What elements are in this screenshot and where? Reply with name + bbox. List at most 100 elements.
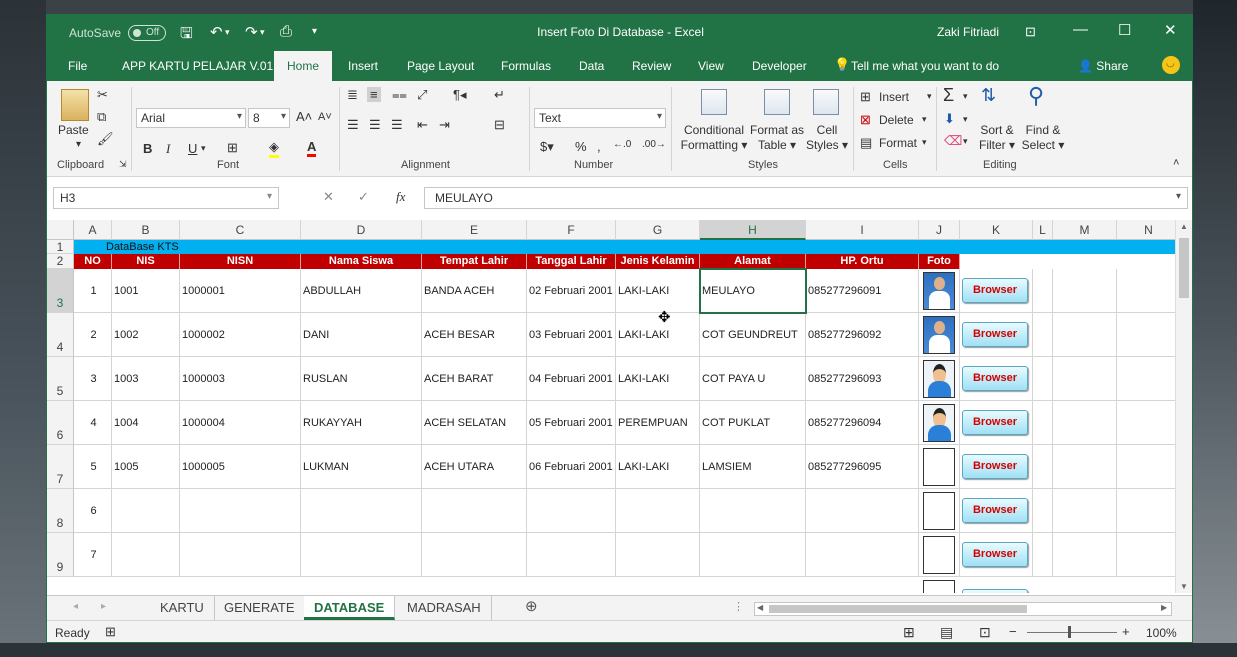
rtl-icon[interactable]: ¶◂	[453, 87, 467, 103]
minimize-icon[interactable]: —	[1073, 21, 1088, 38]
insert-cells-icon[interactable]: ⊞	[860, 89, 871, 105]
table-cell[interactable]	[1117, 401, 1175, 445]
merge-center-icon[interactable]: ⊟	[494, 117, 505, 133]
tab-home[interactable]: Home	[274, 51, 333, 81]
wrap-text-icon[interactable]: ↵	[494, 87, 505, 103]
row-header[interactable]: 9	[47, 533, 74, 577]
table-cell[interactable]: 1005	[112, 445, 180, 489]
find-select-button[interactable]: Find & Select ▾	[1021, 123, 1065, 153]
font-color-icon[interactable]: A	[307, 139, 317, 157]
table-cell[interactable]	[1117, 357, 1175, 401]
table-cell[interactable]	[1033, 533, 1053, 577]
insert-function-button[interactable]: fx	[396, 189, 405, 205]
table-cell[interactable]: 085277296092	[806, 313, 919, 357]
cell-styles-button[interactable]: Cell Styles ▾	[805, 123, 849, 153]
vertical-scroll-thumb[interactable]	[1179, 238, 1189, 298]
close-icon[interactable]: ✕	[1164, 21, 1177, 39]
tab-file[interactable]: File	[68, 59, 87, 73]
horizontal-scroll-thumb[interactable]	[769, 605, 1027, 613]
underline-button[interactable]: U	[188, 141, 197, 156]
table-cell[interactable]: 085277296091	[806, 269, 919, 313]
tab-insert[interactable]: Insert	[348, 59, 378, 73]
table-cell[interactable]: RUSLAN	[301, 357, 422, 401]
italic-button[interactable]: I	[166, 141, 170, 157]
table-cell[interactable]: LUKMAN	[301, 445, 422, 489]
column-header[interactable]: C	[180, 220, 301, 240]
table-cell[interactable]: ACEH BARAT	[422, 357, 527, 401]
table-cell[interactable]: ACEH UTARA	[422, 445, 527, 489]
macro-record-icon[interactable]: ⊞	[105, 624, 116, 640]
page-layout-view-icon[interactable]: ▤	[940, 624, 953, 641]
number-format-combo[interactable]: Text	[534, 108, 666, 128]
sheet-tab-madrasah[interactable]: MADRASAH	[397, 596, 492, 620]
tab-developer[interactable]: Developer	[752, 59, 807, 73]
vertical-scrollbar[interactable]: ▲ ▼	[1175, 220, 1192, 593]
tab-review[interactable]: Review	[632, 59, 671, 73]
name-box-dropdown-icon[interactable]: ▾	[267, 191, 272, 202]
fill-dropdown-icon[interactable]: ▾	[963, 114, 968, 125]
table-cell[interactable]	[1117, 489, 1175, 533]
increase-font-icon[interactable]: A˄	[296, 109, 312, 124]
autosum-dropdown-icon[interactable]: ▾	[963, 91, 968, 102]
column-header[interactable]: N	[1117, 220, 1175, 240]
zoom-in-icon[interactable]: +	[1122, 624, 1130, 639]
formula-input[interactable]: MEULAYO	[424, 187, 1188, 209]
browse-button[interactable]: Browser	[962, 366, 1028, 391]
decrease-font-icon[interactable]: A˅	[318, 111, 332, 123]
worksheet-grid[interactable]: A B C D E F G H I J K L M N 1 2 3 4 5 6 7 8 9 DataBase KTS NO NIS…	[47, 220, 1175, 593]
row-header[interactable]: 5	[47, 357, 74, 401]
table-cell[interactable]	[1053, 533, 1117, 577]
database-banner[interactable]: DataBase KTS	[74, 240, 1175, 254]
zoom-level[interactable]: 100%	[1146, 626, 1177, 640]
table-header-cell[interactable]: HP. Ortu	[806, 254, 919, 269]
browse-button[interactable]: Browser	[962, 498, 1028, 523]
underline-dropdown-icon[interactable]: ▾	[201, 143, 206, 154]
table-cell[interactable]	[700, 489, 806, 533]
scroll-down-icon[interactable]: ▼	[1180, 582, 1188, 591]
table-cell[interactable]	[301, 533, 422, 577]
column-header[interactable]: M	[1053, 220, 1117, 240]
column-header[interactable]: D	[301, 220, 422, 240]
horizontal-scrollbar[interactable]: ◀ ▶	[754, 602, 1172, 616]
format-as-table-button[interactable]: Format as Table ▾	[749, 123, 805, 153]
table-header-cell[interactable]: Foto	[919, 254, 960, 269]
collapse-ribbon-icon[interactable]: ˄	[1173, 157, 1179, 169]
insert-dropdown-icon[interactable]: ▾	[927, 91, 932, 102]
table-cell[interactable]	[112, 489, 180, 533]
table-cell[interactable]	[1117, 445, 1175, 489]
align-left-icon[interactable]: ☰	[347, 117, 359, 133]
table-header-cell[interactable]: Tempat Lahir	[422, 254, 527, 269]
delete-cells-icon[interactable]: ⊠	[860, 112, 871, 128]
paste-icon[interactable]	[61, 89, 89, 121]
sort-filter-icon[interactable]: ⇅	[981, 85, 996, 106]
decrease-indent-icon[interactable]: ⇤	[417, 117, 428, 133]
align-bottom-icon[interactable]: ⩵	[392, 87, 407, 103]
table-cell[interactable]: 1000004	[180, 401, 301, 445]
table-cell[interactable]	[1053, 489, 1117, 533]
table-header-cell[interactable]: Nama Siswa	[301, 254, 422, 269]
column-header[interactable]: L	[1033, 220, 1053, 240]
format-cells-button[interactable]: Format	[879, 136, 917, 151]
page-break-view-icon[interactable]: ⊡	[979, 624, 991, 641]
fill-color-icon[interactable]: ◈	[269, 139, 279, 158]
table-cell[interactable]	[527, 533, 616, 577]
accounting-icon[interactable]: $▾	[540, 139, 554, 155]
table-cell[interactable]	[1033, 357, 1053, 401]
next-sheet-icon[interactable]: ▸	[101, 601, 106, 612]
table-cell[interactable]	[422, 489, 527, 533]
table-cell[interactable]	[1117, 533, 1175, 577]
table-cell[interactable]	[1053, 445, 1117, 489]
table-cell[interactable]: COT PUKLAT	[700, 401, 806, 445]
table-cell[interactable]	[1033, 269, 1053, 313]
table-cell[interactable]: DANI	[301, 313, 422, 357]
tab-view[interactable]: View	[698, 59, 724, 73]
decrease-decimal-icon[interactable]: .00→	[642, 139, 666, 150]
table-cell[interactable]: RUKAYYAH	[301, 401, 422, 445]
align-top-icon[interactable]: ≣	[347, 87, 358, 103]
table-cell[interactable]: 04 Februari 2001	[527, 357, 616, 401]
table-header-cell[interactable]: Jenis Kelamin	[616, 254, 700, 269]
autosum-icon[interactable]: Σ	[943, 85, 954, 106]
tab-split-icon[interactable]: ⋮	[733, 600, 744, 613]
zoom-out-icon[interactable]: −	[1009, 624, 1017, 639]
table-cell[interactable]: 2	[74, 313, 112, 357]
